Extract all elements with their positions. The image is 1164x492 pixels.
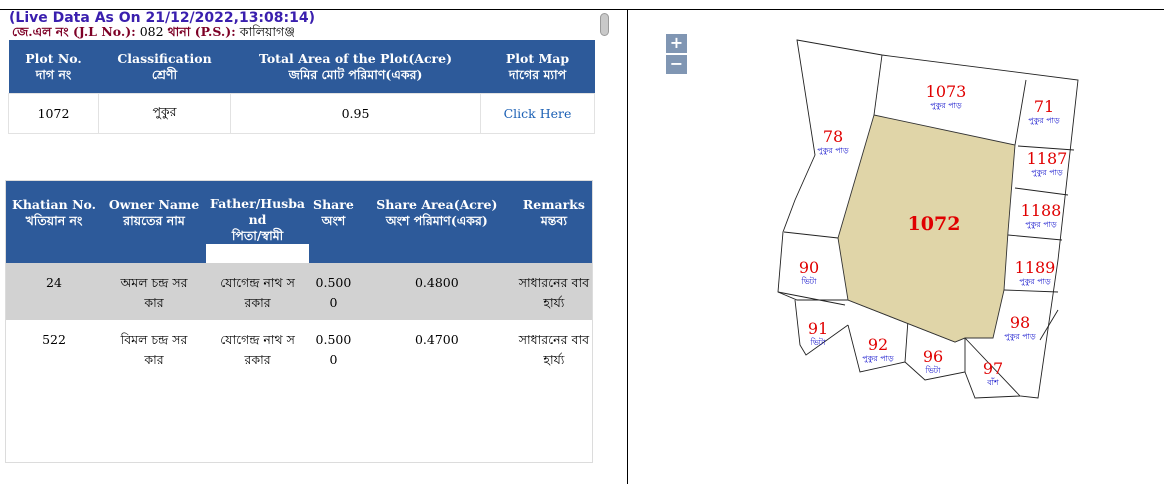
header-share-area: Share Area(Acre) অংশ পরিমাণ(একর) — [357, 181, 516, 244]
boundary-line — [873, 54, 883, 116]
father-cell: যোগেন্দ্র নাথ স রকার — [206, 320, 310, 377]
boundary-line — [1039, 309, 1059, 341]
plot-use-label: ভিটা — [801, 276, 818, 286]
plot-map-cell: Click Here — [480, 93, 595, 134]
jl-value: 082 — [135, 24, 168, 39]
header-remarks: Remarks মন্তব্য — [515, 181, 592, 244]
owner-table: Khatian No. খতিয়ান নং Owner Name রায়তের … — [6, 181, 592, 377]
plot-number-label: 1188 — [1021, 201, 1062, 220]
plot-use-label: বাঁশ — [986, 377, 999, 387]
header-plot-map: Plot Map দাগের ম্যাপ — [480, 40, 595, 94]
jl-label: জে.এল নং (J.L No.): — [12, 24, 136, 39]
plot-no-cell: 1072 — [8, 93, 99, 134]
share-area-cell: 0.4800 — [357, 263, 516, 320]
plot-number-label: 96 — [923, 347, 943, 366]
header-khatian: Khatian No. খতিয়ান নং — [6, 181, 102, 244]
remarks-cell: সাধারনের বাব হার্য্য — [515, 263, 592, 320]
plot-number-label: 1187 — [1027, 149, 1068, 168]
plot-use-label: ভিটা — [925, 365, 942, 375]
plot-number-label: 71 — [1034, 97, 1054, 116]
table-row: 522 বিমল চন্দ্র সর কার যোগেন্দ্র নাথ স রকা… — [6, 320, 592, 377]
plot-number-label: 1073 — [926, 82, 967, 101]
table-row: 24 অমল চন্দ্র সর কার যোগেন্দ্র নাথ স রকার … — [6, 263, 592, 320]
plot-number-label: 78 — [823, 127, 843, 146]
plot-table-header: Plot No. দাগ নং Classification শ্রেণী Tota… — [8, 40, 595, 94]
header-plot-no: Plot No. দাগ নং — [8, 40, 99, 94]
click-here-link[interactable]: Click Here — [504, 106, 572, 121]
boundary-line — [783, 231, 839, 239]
classification-cell: পুকুর — [98, 93, 231, 134]
ps-label: থানা (P.S.): — [167, 24, 236, 39]
header-share: Share অংশ — [309, 181, 358, 244]
plot-table: Plot No. দাগ নং Classification শ্রেণী Tota… — [8, 40, 595, 134]
khatian-cell: 522 — [6, 320, 102, 377]
plot-number-label: 98 — [1010, 313, 1030, 332]
header-owner-name: Owner Name রায়তের নাম — [102, 181, 206, 244]
share-cell: 0.500 0 — [309, 320, 358, 377]
plot-use-label: পুকুর পাড় — [862, 354, 894, 363]
plot-use-label: পুকুর পাড় — [1025, 220, 1057, 229]
plot-use-label: পুকুর পাড় — [1031, 168, 1063, 177]
owner-name-cell: অমল চন্দ্র সর কার — [102, 263, 206, 320]
plot-use-label: পুকুর পাড় — [1004, 332, 1036, 341]
plot-use-label: পুকুর পাড় — [930, 101, 962, 110]
plot-use-label: পুকুর পাড় — [817, 146, 849, 155]
boundary-line — [777, 291, 846, 306]
header-classification: Classification শ্রেণী — [98, 40, 231, 94]
plot-table-row: 1072 পুকুর 0.95 Click Here — [8, 93, 595, 134]
share-cell: 0.500 0 — [309, 263, 358, 320]
plot-number-label: 90 — [799, 258, 819, 277]
share-area-cell: 0.4700 — [357, 320, 516, 377]
plot-use-label: পুকুর পাড় — [1019, 277, 1051, 286]
boundary-line — [1007, 234, 1063, 241]
plot-number-label: 97 — [983, 359, 1003, 378]
boundary-line — [1014, 79, 1027, 146]
header-father: Father/Husba nd পিতা/স্বামী — [206, 181, 310, 244]
header-total-area: Total Area of the Plot(Acre) জমির মোট পরি… — [230, 40, 481, 94]
boundary-line — [1014, 187, 1069, 196]
owner-table-container: Khatian No. খতিয়ান নং Owner Name রায়তের … — [5, 180, 593, 463]
ps-value: কালিয়াগঞ্জ — [235, 24, 295, 39]
khatian-cell: 24 — [6, 263, 102, 320]
scrollbar-thumb[interactable] — [600, 13, 609, 36]
selected-plot-label: 1072 — [908, 213, 961, 235]
plot-map[interactable]: 1072 1073 পুকুর পাড় 71 পুকুর পাড় 78 পু… — [628, 10, 1164, 484]
plot-number-label: 1189 — [1015, 258, 1056, 277]
remarks-cell: সাধারনের বাব হার্য্য — [515, 320, 592, 377]
plot-number-label: 91 — [808, 319, 828, 338]
header-spacer — [6, 244, 592, 263]
boundary-line — [1003, 289, 1059, 293]
area-cell: 0.95 — [230, 93, 481, 134]
jl-ps-line: জে.এল নং (J.L No.): 082 থানা (P.S.): কাল… — [12, 25, 295, 39]
owner-table-header: Khatian No. খতিয়ান নং Owner Name রায়তের … — [6, 181, 592, 244]
plot-use-label: পুকুর পাড় — [1028, 116, 1060, 125]
father-cell: যোগেন্দ্র নাথ স রকার — [206, 263, 310, 320]
plot-number-label: 92 — [868, 335, 888, 354]
plot-use-label: ভিটা — [810, 337, 827, 347]
owner-name-cell: বিমল চন্দ্র সর কার — [102, 320, 206, 377]
